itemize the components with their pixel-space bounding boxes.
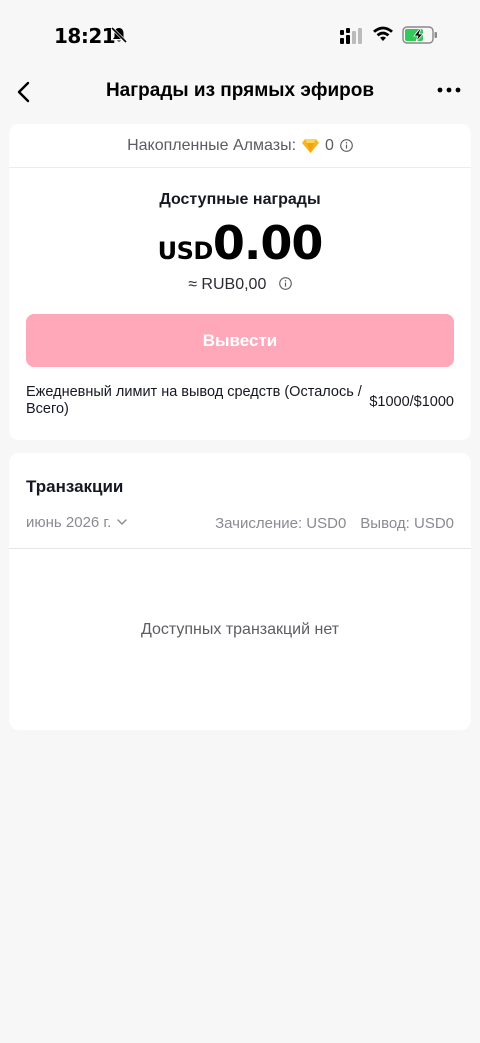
diamond-icon	[302, 138, 320, 153]
transactions-summary: Зачисление: USD0 Вывод: USD0	[215, 515, 454, 532]
chevron-down-icon	[117, 519, 127, 525]
signal-icon	[340, 28, 362, 44]
month-label: июнь 2026 г.	[26, 514, 112, 531]
amount-value: 0.00	[212, 216, 323, 270]
currency-code: USD	[157, 237, 214, 265]
status-bar: 18:21	[0, 0, 480, 70]
rewards-amount: USD0.00	[9, 216, 471, 270]
rub-equivalent: ≈ RUB0,00	[188, 276, 267, 293]
status-time: 18:21	[54, 24, 116, 48]
month-selector[interactable]: июнь 2026 г.	[26, 514, 127, 531]
diamonds-row: Накопленные Алмазы: 0	[9, 124, 471, 168]
battery-charging-icon	[402, 26, 437, 44]
more-icon[interactable]	[436, 80, 462, 100]
credit-total: Зачисление: USD0	[215, 515, 347, 532]
header: Награды из прямых эфиров	[0, 70, 480, 114]
wifi-icon	[373, 26, 393, 41]
rewards-card: Накопленные Алмазы: 0 Доступные награды …	[9, 124, 471, 440]
withdrawal-total: Вывод: USD0	[360, 515, 454, 532]
bell-off-icon	[110, 26, 128, 44]
withdraw-button[interactable]: Вывести	[26, 314, 454, 367]
diamonds-label: Накопленные Алмазы:	[127, 136, 297, 154]
page-title: Награды из прямых эфиров	[105, 80, 375, 101]
divider	[9, 548, 471, 549]
available-rewards-label: Доступные награды	[159, 191, 321, 208]
empty-state-text: Доступных транзакций нет	[140, 621, 340, 638]
transactions-card: Транзакции июнь 2026 г. Зачисление: USD0…	[9, 453, 471, 730]
rub-equivalent-row: ≈ RUB0,00	[9, 276, 471, 294]
transactions-title: Транзакции	[26, 477, 124, 496]
daily-limit-value: $1000/$1000	[369, 394, 454, 410]
daily-limit-label: Ежедневный лимит на вывод средств (Остал…	[26, 384, 362, 417]
diamonds-value: 0	[325, 136, 334, 154]
info-icon[interactable]	[340, 139, 353, 152]
info-icon[interactable]	[278, 277, 292, 290]
